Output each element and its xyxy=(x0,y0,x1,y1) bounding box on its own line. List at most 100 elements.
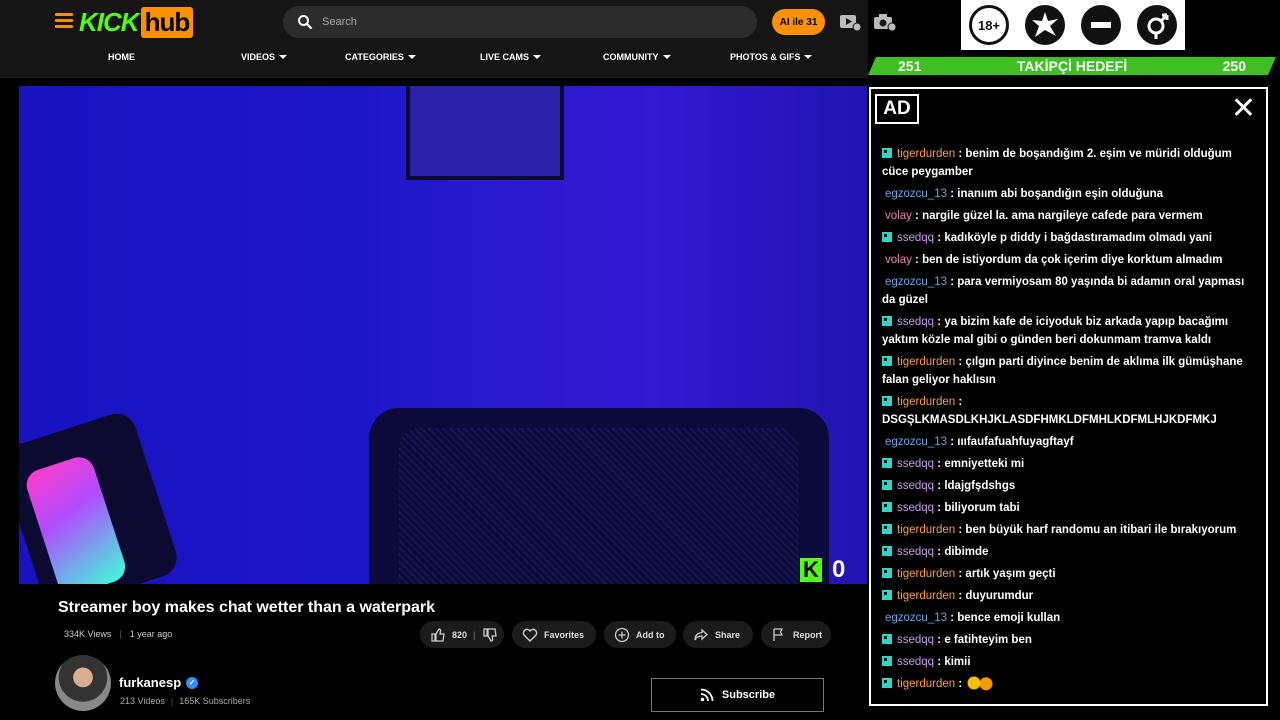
chat-username[interactable]: ssedqq xyxy=(897,316,934,328)
chat-username[interactable]: tigerdurden xyxy=(897,356,955,368)
view-count: 334K Views xyxy=(64,629,112,639)
chat-separator: : xyxy=(934,458,945,470)
nav-home[interactable]: HOME xyxy=(108,52,135,62)
chat-separator: : xyxy=(934,502,945,514)
chat-username[interactable]: tigerdurden xyxy=(897,396,955,408)
chat-separator: : xyxy=(955,356,966,368)
search-bar[interactable] xyxy=(283,6,757,38)
chevron-down-icon xyxy=(804,55,813,59)
nav-photos-gifs-label: PHOTOS & GIFS xyxy=(730,52,801,62)
subscriber-badge-icon xyxy=(882,232,892,242)
thumbs-up-icon[interactable] xyxy=(430,627,446,643)
site-logo[interactable]: KICK hub xyxy=(79,6,194,38)
chat-username[interactable]: ssedqq xyxy=(897,458,934,470)
chat-message: tigerdurden : DSGŞLKMASDLKHJKLASDFHMKLDF… xyxy=(882,393,1260,429)
chat-message: volay : ben de istiyordum da çok içerim … xyxy=(882,251,1260,269)
logo-hub-text: hub xyxy=(140,6,194,38)
report-button[interactable]: Report xyxy=(761,621,831,648)
chat-message: ssedqq : kimii xyxy=(882,653,1260,671)
subscribe-button[interactable]: Subscribe xyxy=(651,678,824,712)
chat-username[interactable]: volay xyxy=(885,210,912,222)
chevron-down-icon xyxy=(533,55,542,59)
chat-text: ben büyük harf randomu an itibari ile bı… xyxy=(965,524,1237,536)
chat-separator: : xyxy=(911,254,923,266)
channel-name[interactable]: furkanesp xyxy=(119,675,181,690)
chat-username[interactable]: tigerdurden xyxy=(897,590,955,602)
goal-label: TAKİPÇİ HEDEFİ xyxy=(1016,58,1128,74)
camera-upload-icon[interactable] xyxy=(874,13,896,31)
chat-separator: : xyxy=(934,634,945,646)
add-to-button[interactable]: Add to xyxy=(604,621,676,648)
chat-username[interactable]: ssedqq xyxy=(897,656,934,668)
chat-message: ssedqq : kadıköyle p diddy i bağdastıram… xyxy=(882,229,1260,247)
chat-username[interactable]: ssedqq xyxy=(897,502,934,514)
nav-videos[interactable]: VIDEOS xyxy=(241,52,288,62)
chat-username[interactable]: volay xyxy=(885,254,912,266)
chat-separator: : xyxy=(955,590,966,602)
chat-text: kimii xyxy=(944,656,971,668)
chat-text: bence emoji kullan xyxy=(957,612,1061,624)
video-player[interactable] xyxy=(19,86,868,584)
chat-username[interactable]: egzozcu_13 xyxy=(885,276,947,288)
chat-username[interactable]: ssedqq xyxy=(897,634,934,646)
chat-text: dibimde xyxy=(944,546,989,558)
chat-username[interactable]: egzozcu_13 xyxy=(885,188,947,200)
heart-icon xyxy=(522,628,538,642)
subscriber-badge-icon xyxy=(882,356,892,366)
rating-control: 820 | xyxy=(420,621,504,648)
chat-username[interactable]: tigerdurden xyxy=(897,524,955,536)
nav-live-cams[interactable]: LIVE CAMS xyxy=(480,52,542,62)
channel-avatar[interactable] xyxy=(55,655,111,711)
goal-target: 250 xyxy=(1222,58,1246,74)
ai-button[interactable]: AI ile 31 xyxy=(772,9,825,35)
hamburger-menu-icon[interactable] xyxy=(55,13,73,29)
chat-text: emniyetteki mi xyxy=(944,458,1025,470)
chat-username[interactable]: ssedqq xyxy=(897,232,934,244)
chat-separator: : xyxy=(911,210,923,222)
subscriber-badge-icon xyxy=(882,634,892,644)
nav-live-cams-label: LIVE CAMS xyxy=(480,52,530,62)
chat-text: DSGŞLKMASDLKHJKLASDFHMKLDFMHLKDFMLHJKDFM… xyxy=(882,414,1217,426)
wall-poster xyxy=(406,86,564,180)
chat-separator: : xyxy=(955,678,966,690)
chat-message: tigerdurden : benim de boşandığım 2. eşi… xyxy=(882,145,1260,181)
nav-photos-gifs[interactable]: PHOTOS & GIFS xyxy=(730,52,813,62)
search-input[interactable] xyxy=(320,15,724,29)
logo-kick-text: KICK xyxy=(79,6,140,37)
chat-username[interactable]: tigerdurden xyxy=(897,678,955,690)
share-button[interactable]: Share xyxy=(683,621,753,648)
chat-text: ldajgfşdshgs xyxy=(944,480,1016,492)
chat-username[interactable]: egzozcu_13 xyxy=(885,436,947,448)
chat-text: ıııfaufafuahfuyagftayf xyxy=(957,436,1074,448)
viewer-count: 0 xyxy=(832,556,846,583)
nav-community[interactable]: COMMUNITY xyxy=(603,52,671,62)
thumbs-down-icon[interactable] xyxy=(482,627,498,643)
chat-username[interactable]: ssedqq xyxy=(897,480,934,492)
chat-message: ssedqq : emniyetteki mi xyxy=(882,455,1260,473)
favorites-button[interactable]: Favorites xyxy=(512,621,596,648)
chevron-down-icon xyxy=(407,55,416,59)
subscriber-badge-icon xyxy=(882,590,892,600)
chat-message: tigerdurden : ben büyük harf randomu an … xyxy=(882,521,1260,539)
chat-message: ssedqq : biliyorum tabi xyxy=(882,499,1260,517)
subscriber-badge-icon xyxy=(882,524,892,534)
chat-username[interactable]: egzozcu_13 xyxy=(885,612,947,624)
separator: | xyxy=(119,629,122,639)
follower-goal-bar: 251 TAKİPÇİ HEDEFİ 250 xyxy=(868,57,1276,75)
chat-username[interactable]: tigerdurden xyxy=(897,568,955,580)
chat-username[interactable]: tigerdurden xyxy=(897,148,955,160)
gaming-chair xyxy=(369,408,829,584)
nav-categories[interactable]: CATEGORIES xyxy=(345,52,416,62)
channel-video-count: 213 Videos xyxy=(120,696,165,706)
channel-name-row[interactable]: furkanesp ✓ xyxy=(119,675,199,690)
report-label: Report xyxy=(793,629,822,640)
video-upload-icon[interactable] xyxy=(840,13,862,31)
chat-message: tigerdurden : duyurumdur xyxy=(882,587,1260,605)
close-icon[interactable]: ✕ xyxy=(1231,94,1256,124)
chat-separator: : xyxy=(934,232,945,244)
share-arrow-icon xyxy=(694,628,708,640)
chat-username[interactable]: ssedqq xyxy=(897,546,934,558)
separator: | xyxy=(170,696,174,706)
chat-separator: : xyxy=(947,612,958,624)
search-icon[interactable] xyxy=(297,14,313,30)
